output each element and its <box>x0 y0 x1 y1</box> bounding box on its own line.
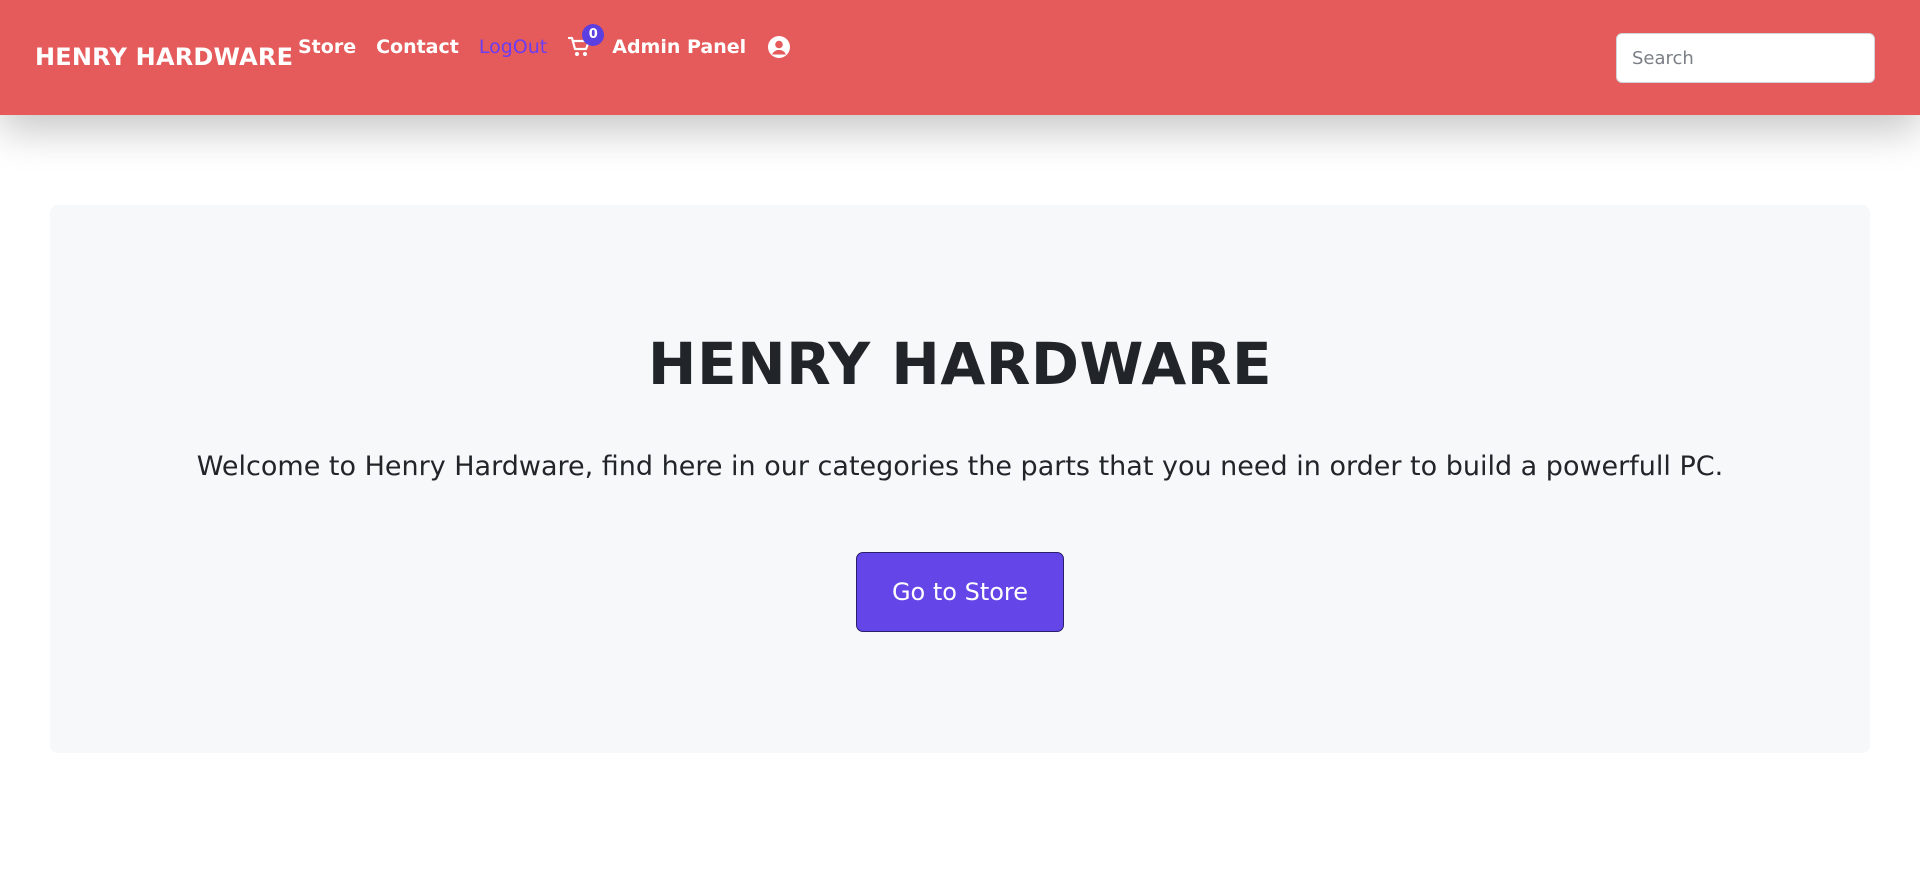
nav-link-logout[interactable]: LogOut <box>479 36 547 58</box>
hero-jumbotron: HENRY HARDWARE Welcome to Henry Hardware… <box>50 205 1870 753</box>
cart-button[interactable]: 0 <box>568 24 605 60</box>
nav-link-admin-panel[interactable]: Admin Panel <box>612 36 746 58</box>
user-circle-icon[interactable] <box>767 35 791 59</box>
hero-title: HENRY HARDWARE <box>647 330 1273 398</box>
nav-links: Store Contact LogOut 0 Admin Panel <box>298 24 791 61</box>
go-to-store-button[interactable]: Go to Store <box>856 552 1064 632</box>
nav-link-store[interactable]: Store <box>298 36 356 58</box>
search-input[interactable] <box>1616 33 1875 83</box>
cart-count-badge: 0 <box>582 24 605 46</box>
nav-link-contact[interactable]: Contact <box>376 36 459 58</box>
hero-welcome-text: Welcome to Henry Hardware, find here in … <box>196 451 1724 482</box>
top-navbar: HENRY HARDWARE Store Contact LogOut 0 Ad… <box>0 0 1920 115</box>
brand-logo[interactable]: HENRY HARDWARE <box>35 43 293 71</box>
